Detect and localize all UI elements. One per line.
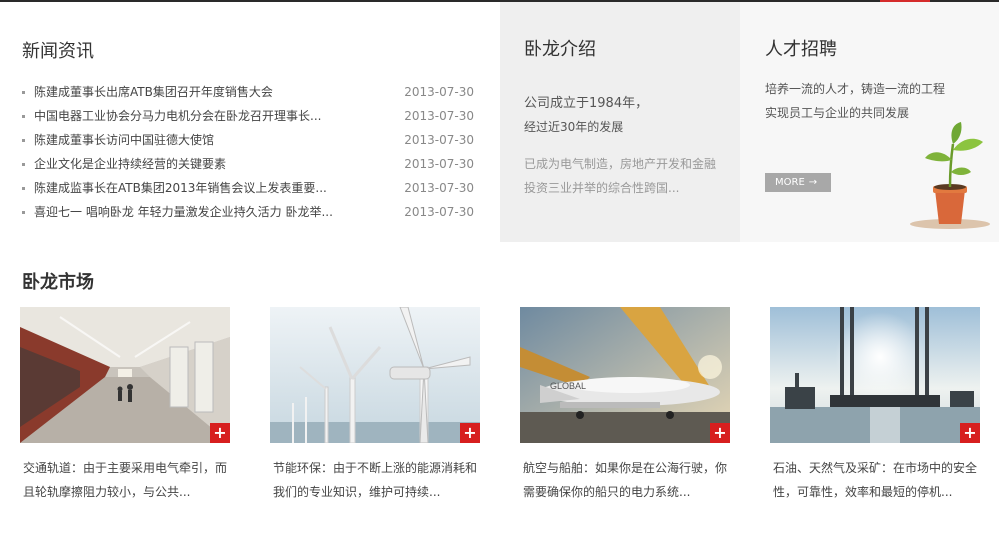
about-lead-line: 公司成立于1984年， (524, 96, 649, 111)
market-card-oil-gas-mining[interactable]: + 石油、天然气及采矿：在市场中的安全 性，可靠性，效率和最短的停机... (770, 307, 980, 504)
news-item[interactable]: 陈建成董事长访问中国驻德大使馆 2013-07-30 (22, 128, 474, 152)
bullet-icon (22, 139, 25, 142)
market-card-text: 航空与船舶：如果你是在公海行驶，你 需要确保你的船只的电力系统... (520, 456, 730, 504)
oil-rig-photo[interactable]: + (770, 307, 980, 443)
market-card-line: 且轮轨摩擦阻力较小，与公共... (23, 485, 191, 499)
news-date: 2013-07-30 (404, 85, 474, 99)
bullet-icon (22, 91, 25, 94)
news-item[interactable]: 中国电器工业协会分马力电机分会在卧龙召开理事长... 2013-07-30 (22, 104, 474, 128)
about-title: 卧龙介绍 (524, 39, 596, 60)
news-date: 2013-07-30 (404, 133, 474, 147)
subway-station-photo[interactable]: + (20, 307, 230, 443)
news-list: 陈建成董事长出席ATB集团召开年度销售大会 2013-07-30 中国电器工业协… (22, 80, 474, 224)
market-card-line: 性，可靠性，效率和最短的停机... (773, 485, 953, 499)
news-link[interactable]: 陈建成董事长访问中国驻德大使馆 (34, 128, 214, 152)
news-section: 新闻资讯 陈建成董事长出席ATB集团召开年度销售大会 2013-07-30 中国… (0, 2, 500, 242)
market-card-line: 需要确保你的船只的电力系统... (523, 485, 691, 499)
news-item[interactable]: 喜迎七一 唱响卧龙 年轻力量激发企业持久活力 卧龙举... 2013-07-30 (22, 200, 474, 224)
plus-icon[interactable]: + (460, 423, 480, 443)
news-link[interactable]: 企业文化是企业持续经营的关键要素 (34, 152, 226, 176)
market-title: 卧龙市场 (22, 272, 94, 293)
news-item[interactable]: 陈建成董事长出席ATB集团召开年度销售大会 2013-07-30 (22, 80, 474, 104)
news-date: 2013-07-30 (404, 157, 474, 171)
aircraft-photo[interactable]: GLOBAL + (520, 307, 730, 443)
market-card-line: 交通轨道：由于主要采用电气牵引，而 (23, 461, 228, 475)
news-link[interactable]: 陈建成监事长在ATB集团2013年销售会议上发表重要... (34, 176, 327, 200)
jobs-title: 人才招聘 (765, 39, 837, 60)
market-card-line: 节能环保：由于不断上涨的能源消耗和 (273, 461, 478, 475)
jobs-text-line: 实现员工与企业的共同发展 (765, 106, 910, 120)
wind-turbines-photo[interactable]: + (270, 307, 480, 443)
news-link[interactable]: 中国电器工业协会分马力电机分会在卧龙召开理事长... (34, 104, 321, 128)
news-link[interactable]: 陈建成董事长出席ATB集团召开年度销售大会 (34, 80, 273, 104)
more-label: MORE (775, 177, 805, 188)
news-date: 2013-07-30 (404, 205, 474, 219)
market-card-text: 节能环保：由于不断上涨的能源消耗和 我们的专业知识，维护可持续... (270, 456, 480, 504)
market-card-aviation-shipping[interactable]: GLOBAL + 航空与船舶：如果你是在公海行驶，你 需要确保你的船只的电力系统… (520, 307, 730, 504)
news-link[interactable]: 喜迎七一 唱响卧龙 年轻力量激发企业持久活力 卧龙举... (34, 200, 333, 224)
bullet-icon (22, 115, 25, 118)
about-description-line[interactable]: 已成为电气制造，房地产开发和金融 (524, 155, 716, 172)
market-card-line: 航空与船舶：如果你是在公海行驶，你 (523, 461, 728, 475)
bullet-icon (22, 211, 25, 214)
market-card-text: 石油、天然气及采矿：在市场中的安全 性，可靠性，效率和最短的停机... (770, 456, 980, 504)
market-card-rail-transit[interactable]: + 交通轨道：由于主要采用电气牵引，而 且轮轨摩擦阻力较小，与公共... (20, 307, 230, 504)
market-card-text: 交通轨道：由于主要采用电气牵引，而 且轮轨摩擦阻力较小，与公共... (20, 456, 230, 504)
arrow-right-icon: → (808, 177, 818, 188)
market-card-line: 石油、天然气及采矿：在市场中的安全 (773, 461, 978, 475)
plus-icon[interactable]: + (710, 423, 730, 443)
bullet-icon (22, 163, 25, 166)
about-lead-line: 经过近30年的发展 (524, 120, 624, 134)
bullet-icon (22, 187, 25, 190)
news-date: 2013-07-30 (404, 181, 474, 195)
market-card-line: 我们的专业知识，维护可持续... (273, 485, 441, 499)
about-section: 卧龙介绍 公司成立于1984年， 经过近30年的发展 已成为电气制造，房地产开发… (500, 2, 740, 242)
news-item[interactable]: 陈建成监事长在ATB集团2013年销售会议上发表重要... 2013-07-30 (22, 176, 474, 200)
about-description-line[interactable]: 投资三业并举的综合性跨国... (524, 179, 679, 196)
market-card-energy-saving[interactable]: + 节能环保：由于不断上涨的能源消耗和 我们的专业知识，维护可持续... (270, 307, 480, 504)
news-date: 2013-07-30 (404, 109, 474, 123)
jobs-text-line: 培养一流的人才，铸造一流的工程 (765, 82, 946, 96)
svg-text:GLOBAL: GLOBAL (550, 381, 586, 391)
plus-icon[interactable]: + (210, 423, 230, 443)
jobs-section: 人才招聘 培养一流的人才，铸造一流的工程 实现员工与企业的共同发展 MORE → (740, 2, 999, 242)
plus-icon[interactable]: + (960, 423, 980, 443)
more-button[interactable]: MORE → (765, 173, 831, 192)
news-item[interactable]: 企业文化是企业持续经营的关键要素 2013-07-30 (22, 152, 474, 176)
news-title: 新闻资讯 (22, 41, 94, 62)
plant-pot-icon (910, 122, 990, 229)
